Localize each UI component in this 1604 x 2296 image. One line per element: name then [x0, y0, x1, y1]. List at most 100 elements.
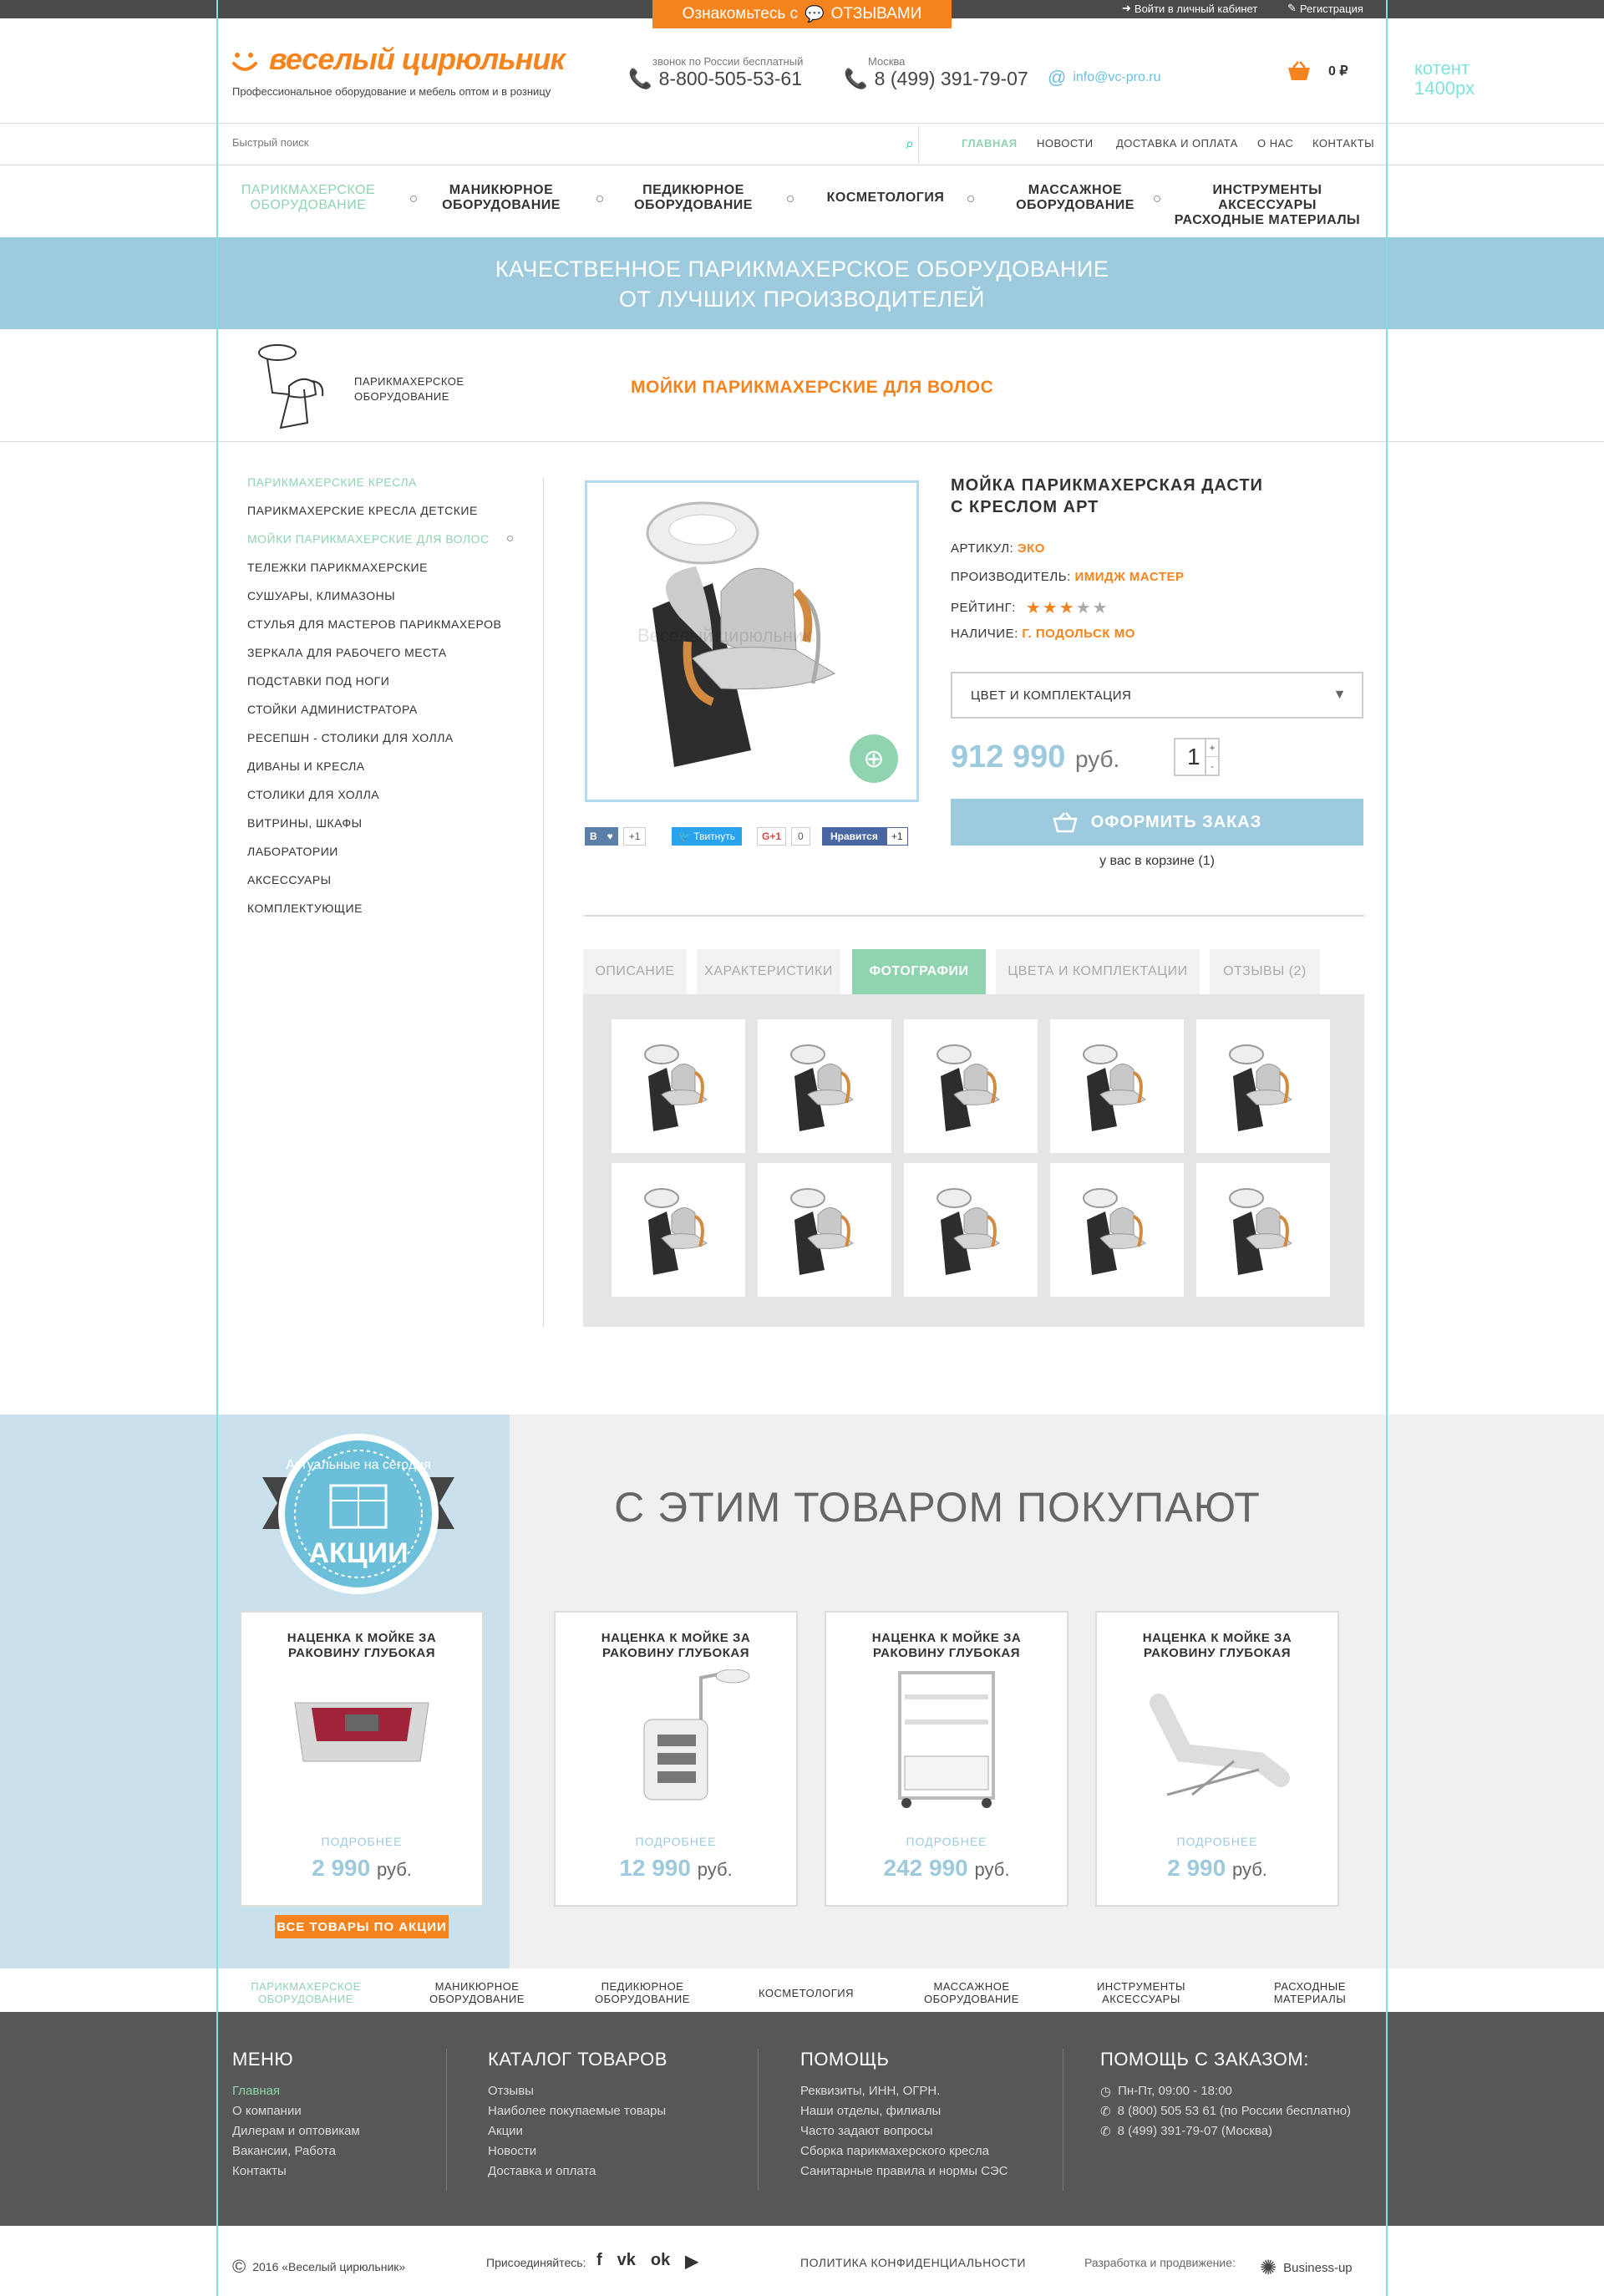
tab-specs[interactable]: ХАРАКТЕРИСТИКИ: [697, 949, 840, 994]
quantity-stepper[interactable]: 1 + -: [1174, 738, 1220, 776]
topnav-home[interactable]: ГЛАВНАЯ: [962, 137, 1018, 150]
cat-massage[interactable]: МАССАЖНОЕ ОБОРУДОВАНИЕ: [1000, 183, 1150, 213]
tab-photos[interactable]: ФОТОГРАФИИ: [852, 949, 986, 994]
gallery-thumbnail[interactable]: [904, 1163, 1038, 1297]
phone1[interactable]: 📞 8-800-505-53-61: [628, 68, 802, 90]
qty-increase-button[interactable]: +: [1205, 739, 1218, 757]
cat-tools[interactable]: ИНСТРУМЕНТЫ АКСЕССУАРЫ РАСХОДНЫЕ МАТЕРИАЛ…: [1165, 183, 1369, 228]
sidebar-item[interactable]: ЗЕРКАЛА ДЛЯ РАБОЧЕГО МЕСТА: [247, 646, 447, 659]
sidebar-item[interactable]: АКСЕССУАРЫ: [247, 873, 332, 886]
facebook-share[interactable]: Нравится +1: [822, 826, 908, 846]
zoom-in-icon[interactable]: ⊕: [850, 734, 898, 783]
footer-link[interactable]: Санитарные правила и нормы СЭС: [800, 2164, 1008, 2178]
footer-link[interactable]: Отзывы: [488, 2084, 534, 2098]
product-card[interactable]: НАЦЕНКА К МОЙКЕ ЗА РАКОВИНУ ГЛУБОКАЯ ПОДР…: [825, 1611, 1068, 1907]
footer-phone[interactable]: ✆ 8 (499) 391-79-07 (Москва): [1100, 2124, 1272, 2139]
reviews-promo-button[interactable]: Ознакомьтесь с 💬 ОТЗЫВАМИ: [652, 0, 952, 28]
sidebar-item[interactable]: ВИТРИНЫ, ШКАФЫ: [247, 816, 363, 830]
sidebar-item[interactable]: ПАРИКМАХЕРСКИЕ КРЕСЛА: [247, 475, 417, 489]
footer-link[interactable]: Контакты: [232, 2164, 287, 2178]
vk-share[interactable]: В ♥ +1: [585, 826, 647, 846]
sidebar-item[interactable]: СТУЛЬЯ ДЛЯ МАСТЕРОВ ПАРИКМАХЕРОВ: [247, 617, 501, 631]
all-promo-button[interactable]: ВСЕ ТОВАРЫ ПО АКЦИИ: [275, 1915, 449, 1938]
bcat-cosmetology[interactable]: КОСМЕТОЛОГИЯ: [739, 1987, 873, 1999]
footer-link[interactable]: Часто задают вопросы: [800, 2124, 933, 2138]
bcat-manicure[interactable]: МАНИКЮРНОЕ ОБОРУДОВАНИЕ: [410, 1980, 544, 2005]
sidebar-item[interactable]: СУШУАРЫ, КЛИМАЗОНЫ: [247, 589, 395, 602]
product-card[interactable]: НАЦЕНКА К МОЙКЕ ЗА РАКОВИНУ ГЛУБОКАЯ ПОДР…: [240, 1611, 484, 1907]
qty-decrease-button[interactable]: -: [1205, 757, 1218, 775]
facebook-icon[interactable]: f: [596, 2251, 602, 2272]
cat-hairdressing[interactable]: ПАРИКМАХЕРСКОЕ ОБОРУДОВАНИЕ: [231, 183, 386, 213]
footer-link[interactable]: Новости: [488, 2144, 536, 2158]
footer-link[interactable]: Реквизиты, ИНН, ОГРН.: [800, 2084, 940, 2098]
sidebar-item[interactable]: ДИВАНЫ И КРЕСЛА: [247, 759, 365, 773]
phone2[interactable]: 📞 8 (499) 391-79-07: [844, 68, 1028, 90]
cat-pedicure[interactable]: ПЕДИКЮРНОЕ ОБОРУДОВАНИЕ: [618, 183, 769, 213]
developer-link[interactable]: ✺ Business-up: [1260, 2256, 1353, 2280]
footer-link-home[interactable]: Главная: [232, 2084, 280, 2098]
details-link[interactable]: ПОДРОБНЕЕ: [1097, 1835, 1338, 1848]
gallery-thumbnail[interactable]: [1050, 1019, 1184, 1153]
gallery-thumbnail[interactable]: [612, 1163, 745, 1297]
footer-phone[interactable]: ✆ 8 (800) 505 53 61 (по России бесплатно): [1100, 2104, 1351, 2119]
vk-icon[interactable]: vk: [617, 2251, 636, 2272]
logo[interactable]: веселый цирюльник: [269, 42, 566, 77]
youtube-icon[interactable]: ▶: [685, 2251, 698, 2272]
twitter-share[interactable]: 🐦 Твитнуть: [672, 826, 743, 846]
sidebar-item[interactable]: СТОЛИКИ ДЛЯ ХОЛЛА: [247, 788, 379, 801]
order-button[interactable]: ОФОРМИТЬ ЗАКАЗ: [951, 799, 1363, 846]
breadcrumb-category[interactable]: ПАРИКМАХЕРСКОЕ ОБОРУДОВАНИЕ: [354, 374, 464, 404]
product-card[interactable]: НАЦЕНКА К МОЙКЕ ЗА РАКОВИНУ ГЛУБОКАЯ ПОДР…: [1095, 1611, 1339, 1907]
footer-link[interactable]: Вакансии, Работа: [232, 2144, 336, 2158]
cat-manicure[interactable]: МАНИКЮРНОЕ ОБОРУДОВАНИЕ: [426, 183, 576, 213]
details-link[interactable]: ПОДРОБНЕЕ: [826, 1835, 1067, 1848]
promo-badge[interactable]: Актуальные на сегодня АКЦИИ: [262, 1430, 454, 1598]
manufacturer-link[interactable]: ИМИДЖ МАСТЕР: [1074, 570, 1184, 584]
gallery-thumbnail[interactable]: [1050, 1163, 1184, 1297]
sidebar-item[interactable]: ТЕЛЕЖКИ ПАРИКМАХЕРСКИЕ: [247, 561, 428, 574]
footer-link[interactable]: Наши отделы, филиалы: [800, 2104, 941, 2118]
bcat-tools[interactable]: ИНСТРУМЕНТЫ АКСЕССУАРЫ: [1074, 1980, 1208, 2005]
tab-reviews[interactable]: ОТЗЫВЫ (2): [1210, 949, 1320, 994]
email-link[interactable]: @ info@vc-pro.ru: [1048, 67, 1161, 89]
gallery-thumbnail[interactable]: [758, 1163, 891, 1297]
sidebar-item[interactable]: СТОЙКИ АДМИНИСТРАТОРА: [247, 703, 418, 716]
gplus-share[interactable]: G+1 0: [757, 826, 810, 846]
sidebar-item[interactable]: КОМПЛЕКТУЮЩИЕ: [247, 902, 363, 915]
gallery-thumbnail[interactable]: [758, 1019, 891, 1153]
search-input[interactable]: Быстрый поиск: [232, 136, 309, 149]
cat-cosmetology[interactable]: КОСМЕТОЛОГИЯ: [810, 190, 961, 206]
privacy-link[interactable]: ПОЛИТИКА КОНФИДЕНЦИАЛЬНОСТИ: [800, 2256, 1026, 2269]
footer-link[interactable]: О компании: [232, 2104, 302, 2118]
login-link[interactable]: ➜ Войти в личный кабинет: [1122, 2, 1257, 15]
product-card[interactable]: НАЦЕНКА К МОЙКЕ ЗА РАКОВИНУ ГЛУБОКАЯ ПОДР…: [554, 1611, 798, 1907]
gallery-thumbnail[interactable]: [612, 1019, 745, 1153]
search-icon[interactable]: ⌕: [906, 135, 914, 153]
footer-link[interactable]: Дилерам и оптовикам: [232, 2124, 360, 2138]
sidebar-item[interactable]: ПАРИКМАХЕРСКИЕ КРЕСЛА ДЕТСКИЕ: [247, 504, 478, 517]
bcat-hairdressing[interactable]: ПАРИКМАХЕРСКОЕ ОБОРУДОВАНИЕ: [239, 1980, 373, 2005]
sidebar-item[interactable]: МОЙКИ ПАРИКМАХЕРСКИЕ ДЛЯ ВОЛОС: [247, 532, 490, 546]
topnav-about[interactable]: О НАС: [1257, 137, 1293, 150]
tab-description[interactable]: ОПИСАНИЕ: [583, 949, 687, 994]
tab-colors[interactable]: ЦВЕТА И КОМПЛЕКТАЦИИ: [996, 949, 1200, 994]
gallery-thumbnail[interactable]: [904, 1019, 1038, 1153]
sidebar-item[interactable]: РЕСЕПШН - СТОЛИКИ ДЛЯ ХОЛЛА: [247, 731, 454, 744]
bcat-consumables[interactable]: РАСХОДНЫЕ МАТЕРИАЛЫ: [1251, 1980, 1368, 2005]
gallery-thumbnail[interactable]: [1196, 1163, 1330, 1297]
odnoklassniki-icon[interactable]: ok: [651, 2251, 670, 2272]
topnav-contacts[interactable]: КОНТАКТЫ: [1312, 137, 1374, 150]
topnav-news[interactable]: НОВОСТИ: [1037, 137, 1094, 150]
topnav-delivery[interactable]: ДОСТАВКА И ОПЛАТА: [1116, 137, 1238, 150]
sidebar-item[interactable]: ПОДСТАВКИ ПОД НОГИ: [247, 674, 389, 688]
footer-link[interactable]: Акции: [488, 2124, 523, 2138]
footer-link[interactable]: Сборка парикмахерского кресла: [800, 2144, 989, 2158]
cart[interactable]: 0 ₽: [1287, 60, 1348, 82]
bcat-pedicure[interactable]: ПЕДИКЮРНОЕ ОБОРУДОВАНИЕ: [576, 1980, 709, 2005]
gallery-thumbnail[interactable]: [1196, 1019, 1330, 1153]
details-link[interactable]: ПОДРОБНЕЕ: [556, 1835, 796, 1848]
bcat-massage[interactable]: МАССАЖНОЕ ОБОРУДОВАНИЕ: [905, 1980, 1038, 2005]
footer-link[interactable]: Доставка и оплата: [488, 2164, 596, 2178]
details-link[interactable]: ПОДРОБНЕЕ: [241, 1835, 482, 1848]
